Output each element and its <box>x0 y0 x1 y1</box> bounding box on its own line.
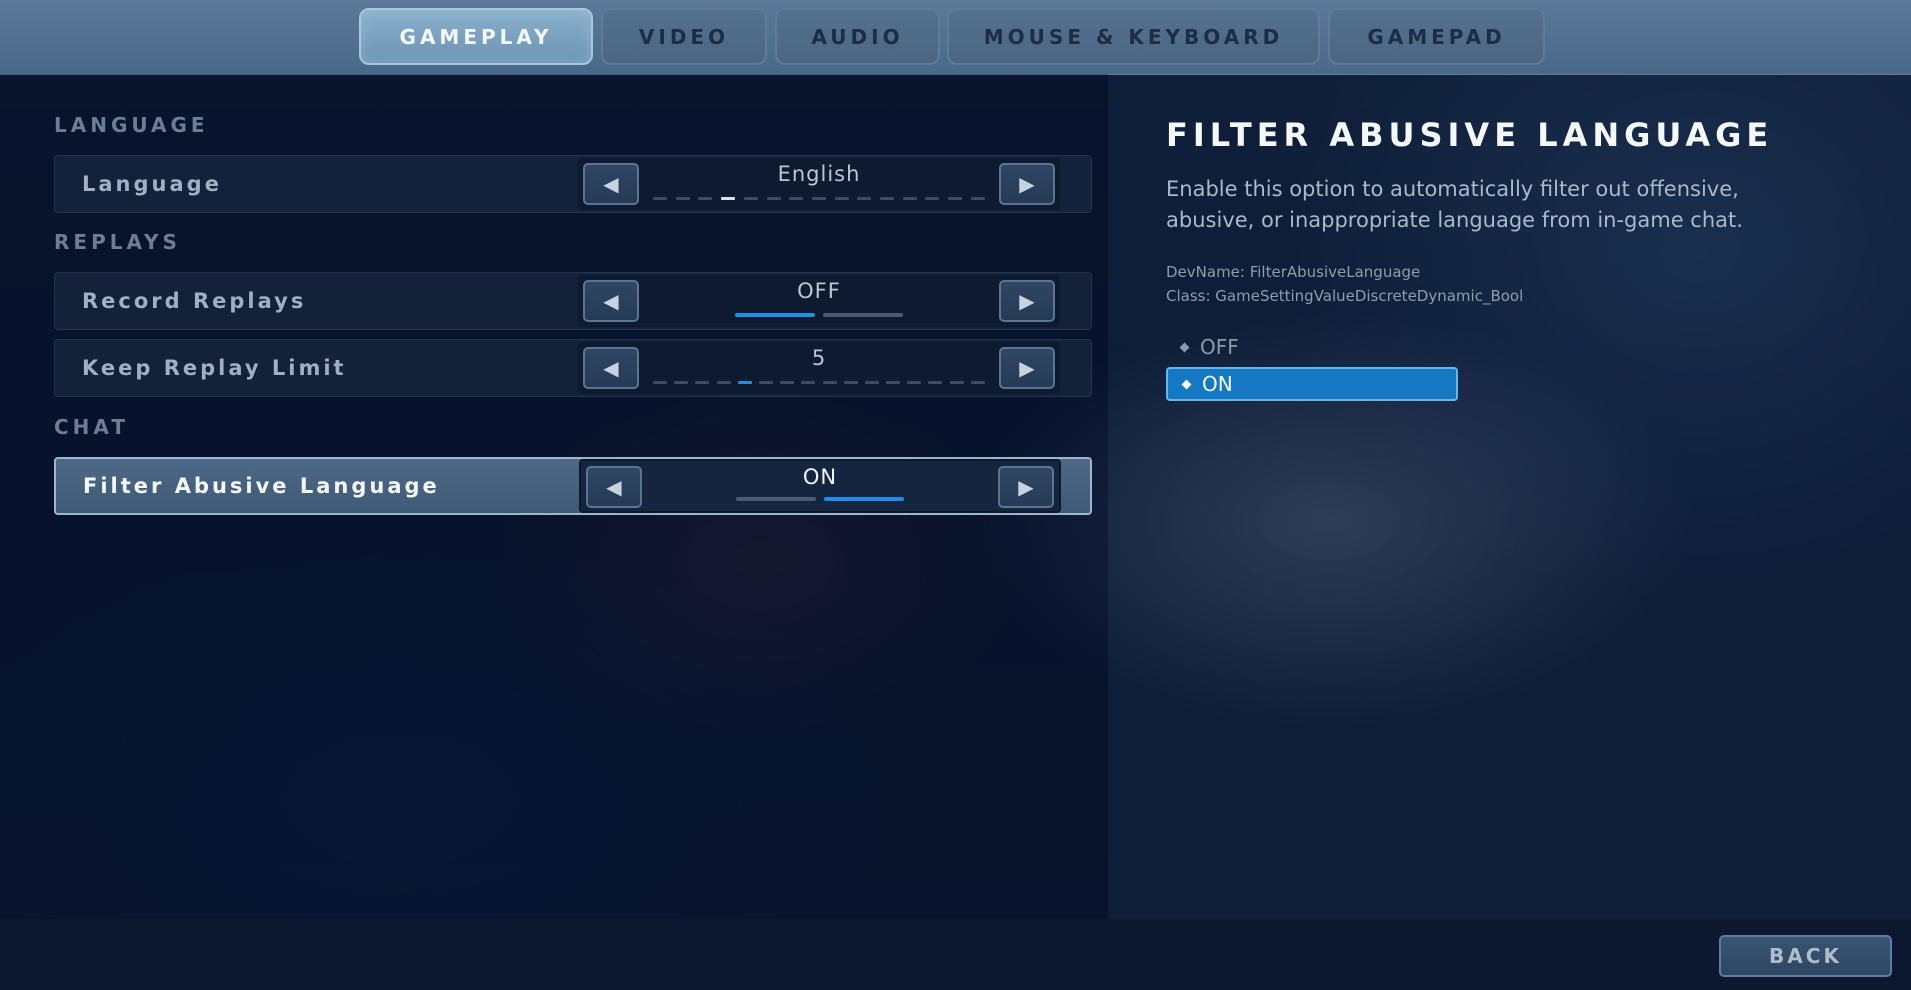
setting-row-record-replays[interactable]: Record Replays ◀ OFF ▶ <box>54 272 1092 330</box>
option-dot <box>857 197 872 200</box>
next-arrow-icon[interactable]: ▶ <box>999 280 1055 322</box>
prev-arrow-icon[interactable]: ◀ <box>586 466 642 508</box>
tab-video[interactable]: VIDEO <box>601 8 767 65</box>
setting-selector: ◀ 5 ▶ <box>578 342 1060 394</box>
option-dot <box>902 197 917 200</box>
next-arrow-icon[interactable]: ▶ <box>999 163 1055 205</box>
option-dot <box>743 197 758 200</box>
setting-label: Language <box>82 172 222 196</box>
setting-row-filter-abusive-language[interactable]: Filter Abusive Language ◀ ON ▶ <box>54 457 1092 515</box>
option-segment <box>736 497 816 501</box>
option-dot <box>864 381 879 384</box>
option-dot <box>970 381 985 384</box>
section-replays: REPLAYS <box>54 230 181 254</box>
tab-audio[interactable]: AUDIO <box>775 8 940 65</box>
option-dot <box>948 197 963 200</box>
tab-gameplay[interactable]: GAMEPLAY <box>359 8 593 65</box>
option-dot <box>928 381 943 384</box>
option-dot <box>653 381 667 384</box>
setting-value: 5 <box>811 346 827 370</box>
setting-selector: ◀ English ▶ <box>578 158 1060 210</box>
option-segment <box>823 313 903 317</box>
option-dot <box>801 381 816 384</box>
next-arrow-icon[interactable]: ▶ <box>998 466 1054 508</box>
detail-panel: FILTER ABUSIVE LANGUAGE Enable this opti… <box>1108 74 1911 919</box>
prev-arrow-icon[interactable]: ◀ <box>583 163 639 205</box>
option-dot <box>843 381 858 384</box>
option-dot <box>698 197 713 200</box>
next-arrow-icon[interactable]: ▶ <box>999 347 1055 389</box>
back-button[interactable]: BACK <box>1719 935 1892 977</box>
setting-selector: ◀ OFF ▶ <box>578 275 1060 327</box>
setting-label: Keep Replay Limit <box>82 356 347 380</box>
option-dot <box>766 197 781 200</box>
option-segment <box>735 313 815 317</box>
section-chat: CHAT <box>54 415 129 439</box>
option-segments <box>735 313 903 317</box>
option-dot <box>834 197 849 200</box>
tab-gamepad[interactable]: GAMEPAD <box>1328 8 1545 65</box>
prev-arrow-icon[interactable]: ◀ <box>583 347 639 389</box>
option-dot <box>758 381 773 384</box>
option-dot <box>695 381 710 384</box>
option-dot <box>716 381 731 384</box>
detail-description: Enable this option to automatically filt… <box>1166 177 1743 232</box>
option-dot <box>925 197 940 200</box>
option-dot <box>907 381 922 384</box>
prev-arrow-icon[interactable]: ◀ <box>583 280 639 322</box>
option-label: OFF <box>1200 335 1239 359</box>
option-dot <box>822 381 837 384</box>
option-dot <box>789 197 804 200</box>
option-dot <box>675 197 690 200</box>
option-dot <box>970 197 985 200</box>
option-dot <box>653 197 667 200</box>
setting-label: Record Replays <box>82 289 307 313</box>
setting-label: Filter Abusive Language <box>83 474 440 498</box>
option-label: ON <box>1202 372 1233 396</box>
option-dot <box>780 381 795 384</box>
option-dot <box>880 197 895 200</box>
option-on[interactable]: ON <box>1166 367 1458 401</box>
detail-devname: DevName: FilterAbusiveLanguage <box>1166 263 1421 281</box>
diamond-icon <box>1181 379 1192 389</box>
option-dot <box>811 197 826 200</box>
option-dot <box>886 381 901 384</box>
diamond-icon <box>1179 342 1190 352</box>
setting-value: OFF <box>797 279 841 303</box>
setting-selector: ◀ ON ▶ <box>579 459 1061 513</box>
detail-class: Class: GameSettingValueDiscreteDynamic_B… <box>1166 287 1524 305</box>
option-dots <box>653 381 985 384</box>
option-segments <box>736 497 904 501</box>
option-dot <box>721 197 736 200</box>
setting-row-language[interactable]: Language ◀ English ▶ <box>54 155 1092 213</box>
setting-value: English <box>777 162 861 186</box>
option-dot <box>737 381 752 384</box>
option-segment <box>824 497 904 501</box>
tab-mouse-keyboard[interactable]: MOUSE & KEYBOARD <box>947 8 1320 65</box>
option-off[interactable]: OFF <box>1166 330 1458 364</box>
setting-value: ON <box>802 465 838 489</box>
section-language: LANGUAGE <box>54 113 209 137</box>
setting-row-keep-replay-limit[interactable]: Keep Replay Limit ◀ 5 ▶ <box>54 339 1092 397</box>
detail-title: FILTER ABUSIVE LANGUAGE <box>1166 116 1774 154</box>
option-dot <box>674 381 689 384</box>
top-tab-bar: GAMEPLAY VIDEO AUDIO MOUSE & KEYBOARD GA… <box>0 0 1911 75</box>
detail-meta: DevName: FilterAbusiveLanguage Class: Ga… <box>1166 260 1523 308</box>
option-dots <box>653 197 985 200</box>
option-dot <box>949 381 964 384</box>
bottom-bar <box>0 919 1911 990</box>
